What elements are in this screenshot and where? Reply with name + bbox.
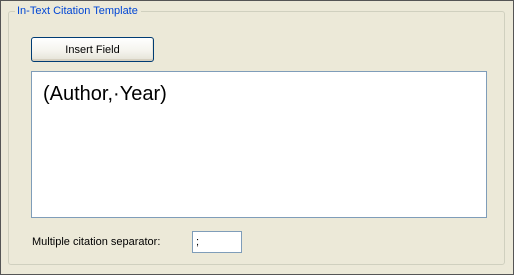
- multiple-citation-separator-input[interactable]: [192, 231, 242, 253]
- insert-field-button[interactable]: Insert Field: [31, 37, 154, 62]
- groupbox-title: In-Text Citation Template: [15, 4, 141, 18]
- multiple-citation-separator-label: Multiple citation separator:: [32, 236, 161, 248]
- citation-template-panel: In-Text Citation Template Insert Field (…: [0, 0, 514, 275]
- citation-template-editor[interactable]: (Author,·Year): [31, 71, 487, 218]
